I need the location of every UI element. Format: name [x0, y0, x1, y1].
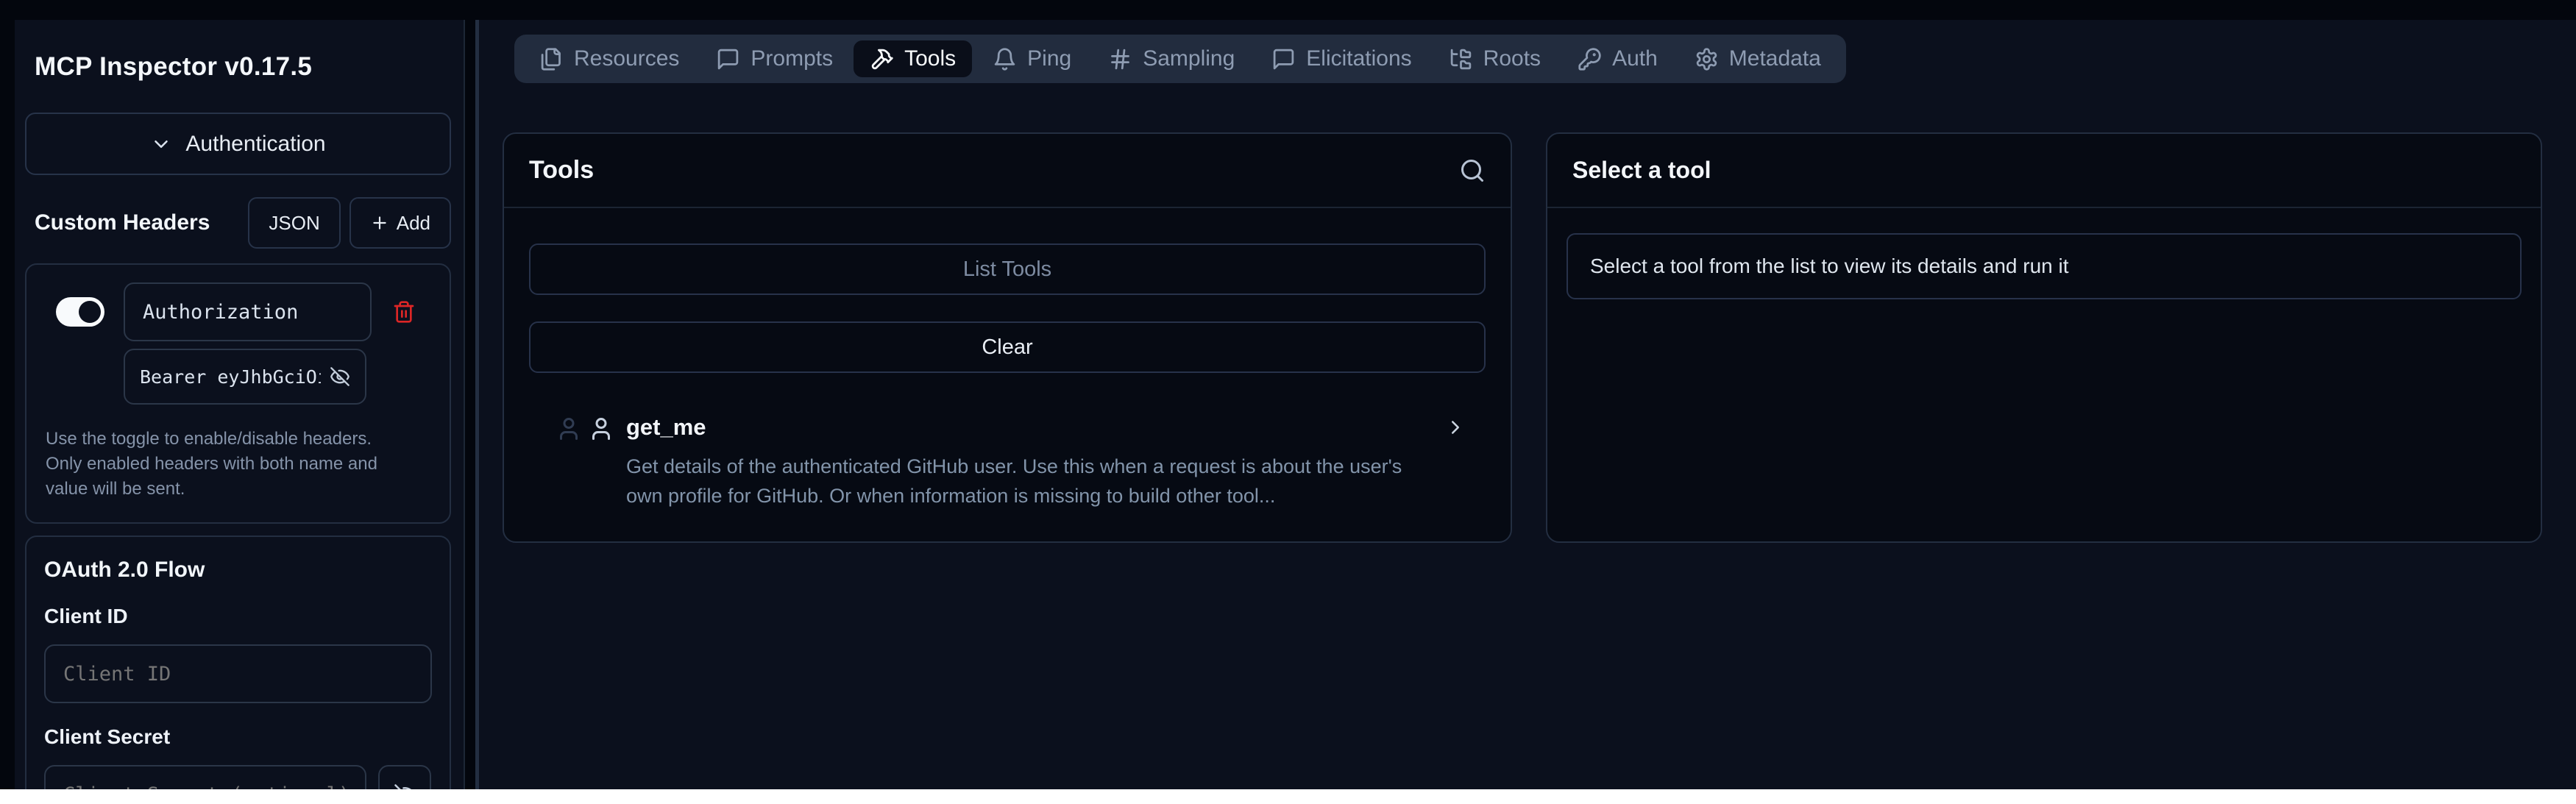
clear-tools-button[interactable]: Clear [529, 321, 1486, 373]
custom-headers-card: Bearer eyJhbGciOi Use the toggle to enab… [25, 263, 451, 524]
message-square-icon [1271, 47, 1296, 71]
client-secret-label: Client Secret [44, 725, 432, 749]
empty-state-message-box: Select a tool from the list to view its … [1566, 233, 2522, 299]
client-secret-input[interactable] [44, 765, 366, 789]
tab-label: Elicitations [1306, 46, 1411, 71]
tab-sampling[interactable]: Sampling [1092, 40, 1251, 77]
message-square-icon [716, 47, 740, 71]
tab-label: Ping [1027, 46, 1071, 71]
header-value-text: Bearer eyJhbGciOi [140, 366, 321, 388]
tab-prompts[interactable]: Prompts [700, 40, 849, 77]
authentication-section-toggle[interactable]: Authentication [25, 113, 451, 175]
add-header-button[interactable]: Add [350, 197, 451, 249]
delete-header-button[interactable] [392, 300, 416, 324]
header-name-row [41, 282, 435, 341]
tools-panel: Tools List Tools Clear [503, 132, 1512, 543]
page-bottom-strip [0, 789, 2576, 804]
tool-detail-title: Select a tool [1572, 157, 1711, 184]
json-button[interactable]: JSON [248, 197, 340, 249]
content-panels: Tools List Tools Clear [503, 132, 2542, 543]
plus-icon [370, 213, 389, 232]
app-window: MCP Inspector v0.17.5 Authentication Cus… [0, 0, 2576, 789]
tools-panel-body: List Tools Clear [504, 208, 1511, 511]
tool-detail-body: Select a tool from the list to view its … [1547, 208, 2541, 299]
headers-helper-text: Use the toggle to enable/disable headers… [46, 427, 390, 502]
trash-icon [392, 300, 416, 324]
tab-auth[interactable]: Auth [1561, 40, 1674, 77]
toggle-knob [79, 301, 101, 323]
tab-label: Sampling [1143, 46, 1235, 71]
tools-panel-header: Tools [504, 134, 1511, 208]
chevron-right-icon [1444, 416, 1466, 438]
tool-description: Get details of the authenticated GitHub … [626, 452, 1432, 511]
tab-ping[interactable]: Ping [976, 40, 1087, 77]
tab-metadata[interactable]: Metadata [1678, 40, 1837, 77]
tab-tools[interactable]: Tools [854, 40, 972, 77]
app-title: MCP Inspector v0.17.5 [35, 52, 451, 82]
tab-label: Resources [574, 46, 679, 71]
header-value-field[interactable]: Bearer eyJhbGciOi [124, 349, 366, 405]
list-tools-button[interactable]: List Tools [529, 243, 1486, 295]
user-icon [588, 416, 614, 442]
chevron-down-icon [150, 133, 172, 155]
eye-off-icon [394, 783, 416, 789]
tool-list-item-get-me[interactable]: get_me Get details of the authenticated … [529, 414, 1486, 511]
add-header-label: Add [397, 212, 430, 235]
tools-panel-title: Tools [529, 156, 594, 185]
client-id-input[interactable] [44, 644, 432, 703]
oauth-flow-card: OAuth 2.0 Flow Client ID Client Secret [25, 536, 451, 789]
tool-name: get_me [626, 414, 706, 441]
tab-elicitations[interactable]: Elicitations [1255, 40, 1427, 77]
tab-label: Auth [1612, 46, 1658, 71]
search-icon [1459, 157, 1486, 184]
search-tools-button[interactable] [1459, 157, 1486, 184]
bell-icon [993, 47, 1017, 71]
oauth-flow-title: OAuth 2.0 Flow [44, 558, 432, 583]
toggle-value-visibility-button[interactable] [330, 366, 350, 387]
folder-tree-icon [1449, 47, 1473, 71]
files-icon [539, 47, 564, 71]
custom-headers-row: Custom Headers JSON Add [25, 197, 451, 249]
gear-icon [1695, 47, 1719, 71]
hash-icon [1108, 47, 1132, 71]
tab-label: Prompts [751, 46, 833, 71]
custom-headers-title: Custom Headers [35, 210, 210, 235]
main-area: Resources Prompts Tools Ping Sampling [479, 20, 2576, 789]
tab-label: Roots [1483, 46, 1541, 71]
custom-headers-actions: JSON Add [248, 197, 451, 249]
header-enabled-toggle[interactable] [56, 297, 104, 327]
header-name-input[interactable] [124, 282, 372, 341]
tool-detail-panel: Select a tool Select a tool from the lis… [1546, 132, 2542, 543]
tab-label: Tools [904, 46, 956, 71]
client-id-label: Client ID [44, 605, 432, 628]
tool-detail-header: Select a tool [1547, 134, 2541, 208]
mcp-inspector-screen: MCP Inspector v0.17.5 Authentication Cus… [0, 0, 2576, 804]
tool-item-title-row: get_me [626, 414, 1486, 441]
tab-label: Metadata [1729, 46, 1821, 71]
empty-state-message: Select a tool from the list to view its … [1590, 255, 2069, 278]
sidebar: MCP Inspector v0.17.5 Authentication Cus… [15, 20, 465, 789]
user-icon-ghost [556, 416, 582, 442]
tab-resources[interactable]: Resources [523, 40, 695, 77]
tab-roots[interactable]: Roots [1433, 40, 1557, 77]
client-secret-row [44, 765, 432, 789]
eye-off-icon [330, 366, 350, 387]
tool-item-icons [556, 416, 614, 442]
top-tab-bar: Resources Prompts Tools Ping Sampling [514, 35, 1846, 83]
key-icon [1578, 47, 1602, 71]
hammer-icon [870, 47, 894, 71]
authentication-label: Authentication [185, 132, 325, 157]
tool-item-main: get_me Get details of the authenticated … [626, 414, 1486, 511]
toggle-secret-visibility-button[interactable] [378, 765, 431, 789]
